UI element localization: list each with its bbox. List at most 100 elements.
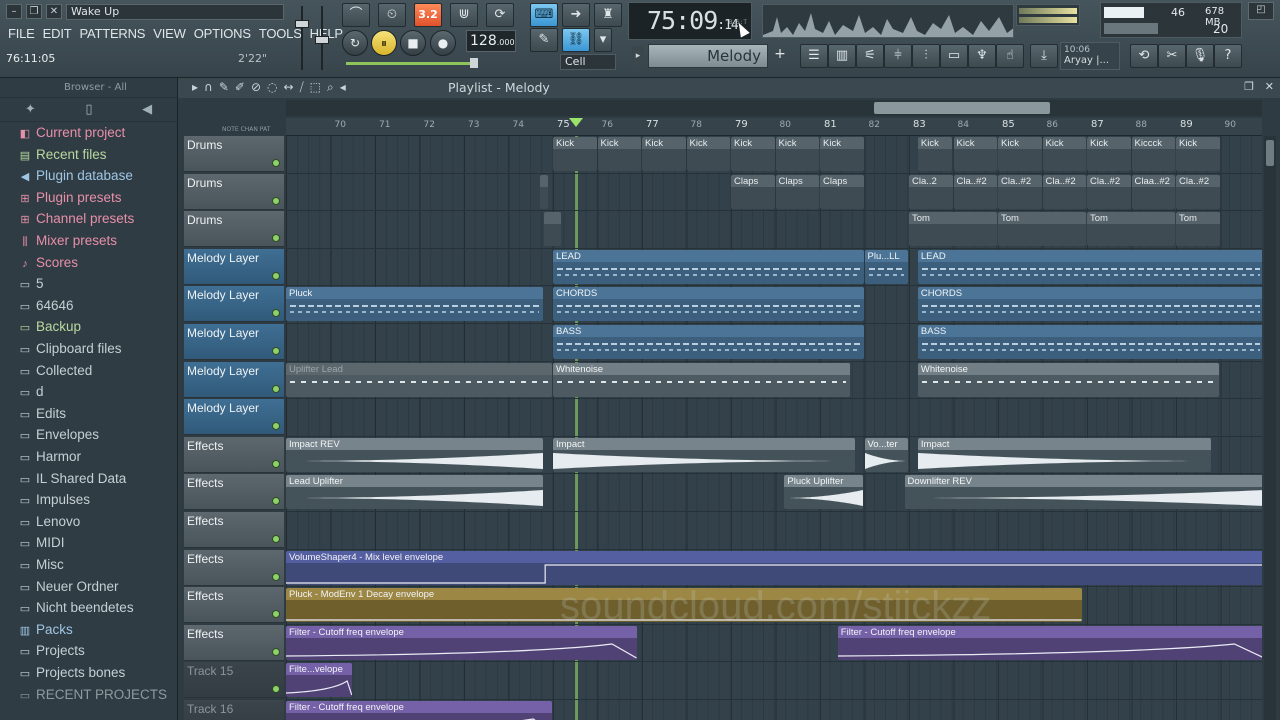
link-icon[interactable]: ⛓ bbox=[562, 28, 590, 52]
channel-rack-icon[interactable]: ⚟ bbox=[856, 44, 884, 68]
track-header[interactable]: Melody Layer bbox=[184, 324, 284, 360]
browser-item[interactable]: ◀ Plugin database bbox=[18, 166, 133, 186]
track-header[interactable]: Melody Layer bbox=[184, 286, 284, 323]
playlist-clip[interactable]: Impact bbox=[917, 437, 1211, 472]
arrow-icon[interactable]: ▸ bbox=[192, 80, 198, 95]
minimize-icon[interactable]: – bbox=[6, 4, 22, 19]
chevron-down-icon[interactable]: ▾ bbox=[594, 28, 612, 52]
speaker-icon[interactable]: ◀ bbox=[142, 102, 152, 117]
playlist-clip[interactable]: LEAD bbox=[917, 249, 1262, 284]
browser-item[interactable]: ▭ RECENT PROJECTS bbox=[18, 685, 167, 705]
pause-button[interactable]: ⏸ bbox=[371, 30, 397, 56]
browser-item[interactable]: ▭ Collected bbox=[18, 361, 92, 381]
browser-item[interactable]: ⊞ Channel presets bbox=[18, 209, 134, 229]
track-mute-led[interactable] bbox=[272, 196, 280, 205]
playlist-clip[interactable]: Tom bbox=[909, 212, 997, 247]
playlist-clip[interactable]: Kick bbox=[998, 137, 1042, 171]
track-header[interactable]: Effects bbox=[184, 587, 284, 624]
track-header[interactable]: Melody Layer bbox=[184, 248, 284, 285]
mute-icon[interactable]: ◌ bbox=[267, 80, 277, 95]
tempo-display[interactable]: 128.000 bbox=[466, 30, 516, 52]
playlist-clip[interactable]: Kick bbox=[953, 137, 997, 171]
browser-icon[interactable]: ▭ bbox=[940, 44, 968, 68]
touch-controller-icon[interactable]: ☝ bbox=[996, 44, 1024, 68]
track-mute-led[interactable] bbox=[272, 384, 280, 393]
playlist-clip[interactable]: Whitenoise bbox=[917, 362, 1220, 397]
browser-item[interactable]: ▤ Recent files bbox=[18, 145, 107, 165]
playlist-clip[interactable]: Kick bbox=[642, 137, 686, 171]
vscroll-thumb[interactable] bbox=[1266, 140, 1274, 166]
playlist-grid[interactable]: Kick Kick Kick Kick Kick Kick Kick Kick Kick Kick… bbox=[286, 136, 1262, 720]
track-header[interactable]: Melody Layer bbox=[184, 399, 284, 436]
playlist-clip[interactable]: Kick bbox=[686, 137, 730, 171]
track-header[interactable]: Effects bbox=[184, 474, 284, 511]
track-header[interactable]: Melody Layer bbox=[184, 361, 284, 398]
metronome-icon[interactable]: ⌒ bbox=[342, 3, 370, 27]
track-mute-led[interactable] bbox=[272, 271, 280, 280]
sliders-icon[interactable]: ⫶ bbox=[912, 44, 940, 68]
playlist-clip[interactable]: Pluck bbox=[286, 287, 544, 322]
playlist-clip[interactable]: Lead Uplifter bbox=[286, 475, 544, 510]
playlist-clip[interactable]: Tom bbox=[998, 212, 1086, 247]
select-icon[interactable]: ⬚ bbox=[310, 80, 321, 95]
playlist-clip[interactable]: Filter - Cutoff freq envelope bbox=[286, 701, 552, 720]
pitch-bar-handle[interactable] bbox=[470, 58, 478, 68]
browser-item[interactable]: ▭ Impulses bbox=[18, 490, 90, 510]
playlist-clip[interactable]: Downlifter REV bbox=[904, 475, 1262, 510]
playlist-clip[interactable]: Kick bbox=[731, 137, 775, 171]
menu-edit[interactable]: EDIT bbox=[39, 24, 76, 44]
browser-item[interactable]: ♪ Scores bbox=[18, 253, 78, 273]
record-button[interactable]: ● bbox=[430, 30, 456, 56]
playlist-clip[interactable]: BASS bbox=[917, 325, 1262, 359]
playlist-clip[interactable]: Kick bbox=[597, 137, 641, 171]
pattern-selector[interactable]: Melody bbox=[648, 44, 768, 68]
track-header[interactable]: Effects bbox=[184, 624, 284, 661]
track-header[interactable]: Drums bbox=[184, 211, 284, 248]
refresh-icon[interactable]: ⟲ bbox=[1130, 44, 1158, 68]
playlist-clip[interactable]: Cla..#2 bbox=[998, 174, 1042, 209]
tools-icon[interactable]: ✂ bbox=[1158, 44, 1186, 68]
playlist-clip[interactable]: Vo...ter bbox=[864, 437, 908, 472]
slice-icon[interactable]: ⧸ bbox=[300, 80, 304, 95]
playlist-clip[interactable]: Claps bbox=[775, 174, 819, 209]
track-mute-led[interactable] bbox=[272, 685, 280, 694]
playlist-clip[interactable]: Kick bbox=[775, 137, 819, 171]
track-header[interactable]: Drums bbox=[184, 136, 284, 172]
playlist-icon[interactable]: ☰ bbox=[800, 44, 828, 68]
pencil-icon[interactable]: ✎ bbox=[219, 80, 229, 95]
zoom-icon[interactable]: ⌕ bbox=[327, 80, 334, 95]
playlist-clip[interactable]: Cla..#2 bbox=[953, 174, 997, 209]
playlist-clip[interactable]: Uplifter Lead bbox=[286, 362, 552, 397]
scroll-thumb[interactable] bbox=[874, 102, 1050, 114]
track-header[interactable]: Drums bbox=[184, 173, 284, 210]
stop-button[interactable]: ■ bbox=[400, 30, 426, 56]
playlist-clip[interactable] bbox=[544, 212, 561, 247]
arrow-right-icon[interactable]: ➜ bbox=[562, 3, 590, 27]
browser-item[interactable]: ▭ MIDI bbox=[18, 533, 65, 553]
playlist-clip[interactable] bbox=[539, 174, 548, 209]
browser-item[interactable]: ▥ Packs bbox=[18, 620, 73, 640]
horizontal-scrollbar[interactable] bbox=[286, 100, 1262, 116]
menu-patterns[interactable]: PATTERNS bbox=[75, 24, 149, 44]
add-pattern-icon[interactable]: + bbox=[772, 46, 788, 66]
playlist-clip[interactable]: Impact bbox=[553, 437, 855, 472]
restore-icon[interactable]: ❐ bbox=[26, 4, 42, 19]
playlist-close-icon[interactable]: ✕ bbox=[1265, 80, 1274, 93]
track-mute-led[interactable] bbox=[272, 347, 280, 355]
playlist-clip[interactable]: VolumeShaper4 - Mix level envelope bbox=[286, 550, 1262, 585]
browser-item[interactable]: ▭ Lenovo bbox=[18, 512, 81, 532]
track-mute-led[interactable] bbox=[272, 459, 280, 468]
track-mute-led[interactable] bbox=[272, 159, 280, 167]
master-volume-slider[interactable] bbox=[295, 6, 309, 70]
track-mute-led[interactable] bbox=[272, 535, 280, 543]
browser-item[interactable]: ▭ Neuer Ordner bbox=[18, 577, 119, 597]
browser-item[interactable]: ◧ Current project bbox=[18, 123, 126, 143]
playlist-clip[interactable]: CHORDS bbox=[917, 287, 1262, 322]
metronome-bell-icon[interactable]: ♜ bbox=[594, 3, 622, 27]
playlist-clip[interactable]: Cla..2 bbox=[909, 174, 953, 209]
menu-view[interactable]: VIEW bbox=[149, 24, 189, 44]
document-icon[interactable]: ▯ bbox=[85, 102, 92, 117]
playlist-clip[interactable]: Kick bbox=[553, 137, 597, 171]
paint-icon[interactable]: ✐ bbox=[235, 80, 245, 95]
playlist-clip[interactable]: Kick bbox=[1087, 137, 1131, 171]
